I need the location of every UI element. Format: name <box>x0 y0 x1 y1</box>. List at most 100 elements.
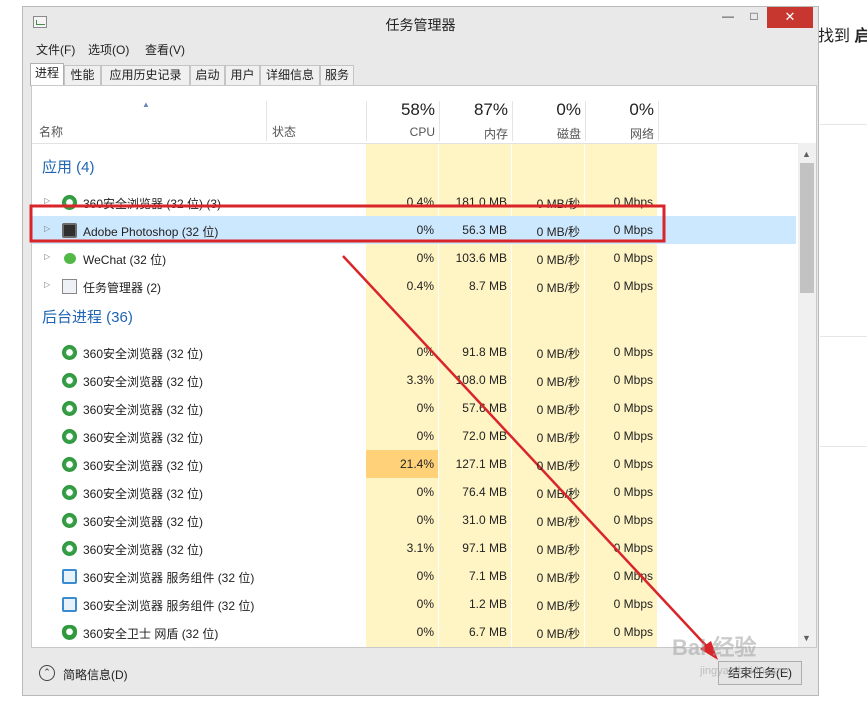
network-value: 0 Mbps <box>613 485 653 499</box>
column-header-cpu[interactable]: 58% CPU <box>365 100 435 139</box>
disk-value: 0 MB/秒 <box>536 627 580 641</box>
process-row[interactable]: 360安全浏览器 (32 位) 0% 31.0 MB 0 MB/秒 0 Mbps <box>32 506 796 534</box>
column-divider[interactable] <box>266 101 267 141</box>
memory-value: 108.0 MB <box>455 373 507 387</box>
process-name: 360安全浏览器 服务组件 (32 位) <box>83 571 255 585</box>
title-bar[interactable]: 任务管理器 — □ ✕ <box>23 7 818 37</box>
process-name: 360安全浏览器 (32 位) <box>83 375 204 389</box>
photoshop-icon <box>62 223 77 238</box>
memory-value: 56.3 MB <box>462 223 507 237</box>
cpu-value: 0% <box>416 485 434 499</box>
scroll-up-icon[interactable]: ▲ <box>802 149 811 159</box>
process-row[interactable]: 360安全浏览器 (32 位) 3.1% 97.1 MB 0 MB/秒 0 Mbps <box>32 534 796 562</box>
network-value: 0 Mbps <box>613 569 653 583</box>
tab-users[interactable]: 用户 <box>225 65 260 85</box>
network-value: 0 Mbps <box>613 345 653 359</box>
memory-value: 8.7 MB <box>468 279 507 293</box>
cpu-value: 0% <box>416 401 434 415</box>
disk-value: 0 MB/秒 <box>536 571 580 585</box>
watermark-url: jingyan.baidu.com <box>700 665 789 677</box>
expand-arrow-icon[interactable]: ▷ <box>44 280 50 289</box>
menu-options[interactable]: 选项(O) <box>88 41 129 58</box>
window-title: 任务管理器 <box>385 17 456 33</box>
column-header-status[interactable]: 状态 <box>272 123 296 140</box>
network-value: 0 Mbps <box>613 401 653 415</box>
process-row[interactable]: 360安全浏览器 (32 位) 0% 76.4 MB 0 MB/秒 0 Mbps <box>32 478 796 506</box>
disk-value: 0 MB/秒 <box>536 281 580 295</box>
process-name: Adobe Photoshop (32 位) <box>83 225 219 239</box>
browser-360-icon <box>62 429 77 444</box>
menu-bar: 文件(F) 选项(O) 查看(V) <box>23 39 818 59</box>
disk-value: 0 MB/秒 <box>536 375 580 389</box>
process-name: 360安全浏览器 (32 位) <box>83 459 204 473</box>
task-manager-window: 任务管理器 — □ ✕ 文件(F) 选项(O) 查看(V) 进程 性能 应用历史… <box>22 6 819 696</box>
process-row[interactable]: 360安全浏览器 (32 位) 3.3% 108.0 MB 0 MB/秒 0 Mbps <box>32 366 796 394</box>
tab-startup[interactable]: 启动 <box>190 65 225 85</box>
column-divider[interactable] <box>658 101 659 141</box>
group-header-background: 后台进程 (36) <box>42 309 133 326</box>
memory-value: 57.6 MB <box>462 401 507 415</box>
process-row[interactable]: 360安全浏览器 (32 位) 0% 57.6 MB 0 MB/秒 0 Mbps <box>32 394 796 422</box>
maximize-button[interactable]: □ <box>741 7 767 28</box>
chevron-up-icon[interactable]: ⌃ <box>39 665 55 681</box>
memory-value: 7.1 MB <box>468 569 507 583</box>
memory-value: 127.1 MB <box>455 457 507 471</box>
menu-file[interactable]: 文件(F) <box>36 41 75 58</box>
browser-360-icon <box>62 195 77 210</box>
network-value: 0 Mbps <box>613 457 653 471</box>
process-row[interactable]: ▷ 任务管理器 (2) 0.4% 8.7 MB 0 MB/秒 0 Mbps <box>32 272 796 300</box>
tab-details[interactable]: 详细信息 <box>260 65 320 85</box>
tab-app-history[interactable]: 应用历史记录 <box>101 65 190 85</box>
cpu-value: 0% <box>416 345 434 359</box>
process-row[interactable]: ▷ 360安全浏览器 (32 位) (3) 0.4% 181.0 MB 0 MB/秒 0 … <box>32 188 796 216</box>
column-header-disk[interactable]: 0% 磁盘 <box>511 100 581 142</box>
tab-performance[interactable]: 性能 <box>64 65 101 85</box>
menu-view[interactable]: 查看(V) <box>145 41 185 58</box>
process-name: 360安全浏览器 (32 位) <box>83 347 204 361</box>
network-value: 0 Mbps <box>613 541 653 555</box>
cpu-value: 0% <box>416 569 434 583</box>
column-header-network[interactable]: 0% 网络 <box>584 100 654 142</box>
fewer-details-link[interactable]: 简略信息(D) <box>63 666 128 683</box>
network-value: 0 Mbps <box>613 223 653 237</box>
network-value: 0 Mbps <box>613 625 653 639</box>
process-row[interactable]: 360安全浏览器 (32 位) 0% 72.0 MB 0 MB/秒 0 Mbps <box>32 422 796 450</box>
cpu-value: 3.1% <box>406 541 434 555</box>
process-row[interactable]: ▷ Adobe Photoshop (32 位) 0% 56.3 MB 0 MB/秒 0 … <box>32 216 796 244</box>
disk-value: 0 MB/秒 <box>536 403 580 417</box>
tab-processes[interactable]: 进程 <box>30 63 64 86</box>
process-name: 360安全卫士 网盾 (32 位) <box>83 627 219 641</box>
memory-value: 103.6 MB <box>455 251 507 265</box>
network-value: 0 Mbps <box>613 195 653 209</box>
vertical-scrollbar[interactable]: ▲ ▼ <box>798 143 816 647</box>
scroll-down-icon[interactable]: ▼ <box>802 633 811 643</box>
expand-arrow-icon[interactable]: ▷ <box>44 224 50 233</box>
process-row[interactable]: 360安全浏览器 服务组件 (32 位) 0% 7.1 MB 0 MB/秒 0 Mbps <box>32 562 796 590</box>
disk-value: 0 MB/秒 <box>536 431 580 445</box>
column-header: ▲ 名称 状态 58% CPU 87% 内存 0% 磁盘 0% 网络 <box>32 86 816 144</box>
process-row[interactable]: 360安全浏览器 (32 位) 0% 91.8 MB 0 MB/秒 0 Mbps <box>32 338 796 366</box>
cpu-value: 3.3% <box>406 373 434 387</box>
minimize-button[interactable]: — <box>715 7 741 28</box>
browser-360-icon <box>62 541 77 556</box>
memory-value: 72.0 MB <box>462 429 507 443</box>
task-manager-icon <box>62 279 77 294</box>
expand-arrow-icon[interactable]: ▷ <box>44 252 50 261</box>
process-row[interactable]: 360安全浏览器 (32 位) 21.4% 127.1 MB 0 MB/秒 0 Mbps <box>32 450 796 478</box>
expand-arrow-icon[interactable]: ▷ <box>44 196 50 205</box>
column-header-name[interactable]: 名称 <box>39 123 63 140</box>
scrollbar-thumb[interactable] <box>800 163 814 293</box>
watermark: Bai 经验 <box>672 635 757 660</box>
process-row[interactable]: ▷ WeChat (32 位) 0% 103.6 MB 0 MB/秒 0 Mbps <box>32 244 796 272</box>
browser-360-icon <box>62 373 77 388</box>
column-header-memory[interactable]: 87% 内存 <box>438 100 508 142</box>
divider <box>820 446 867 447</box>
close-button[interactable]: ✕ <box>767 7 813 28</box>
tab-services[interactable]: 服务 <box>320 65 354 85</box>
network-value: 0 Mbps <box>613 279 653 293</box>
cpu-value: 0% <box>416 251 434 265</box>
disk-value: 0 MB/秒 <box>536 225 580 239</box>
sort-ascending-icon: ▲ <box>142 100 150 109</box>
background-page-text: 找到 启 <box>818 28 867 45</box>
process-row[interactable]: 360安全浏览器 服务组件 (32 位) 0% 1.2 MB 0 MB/秒 0 Mbps <box>32 590 796 618</box>
